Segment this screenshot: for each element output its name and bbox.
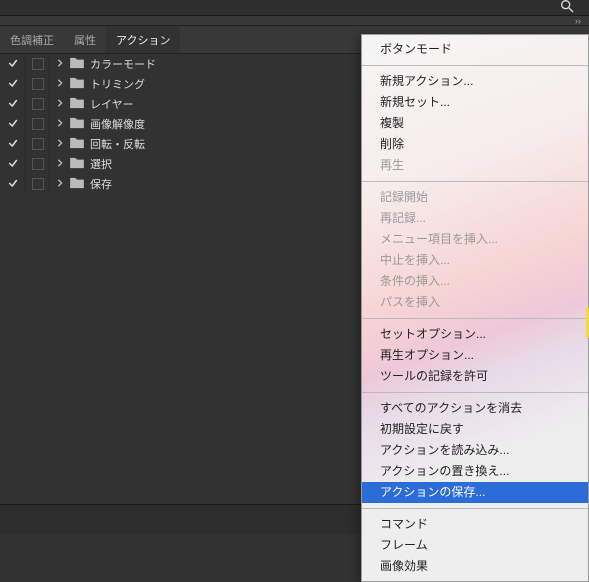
- chevron-right-icon[interactable]: [56, 118, 64, 130]
- chevron-right-icon[interactable]: [56, 178, 64, 190]
- tab-color-correction[interactable]: 色調補正: [0, 26, 64, 53]
- chevron-right-icon[interactable]: [56, 98, 64, 110]
- search-icon[interactable]: [559, 0, 575, 19]
- menu-item[interactable]: 画像効果: [362, 556, 588, 577]
- action-dialog-toggle[interactable]: [26, 154, 50, 174]
- dialog-box-icon: [32, 178, 44, 190]
- folder-icon: [70, 137, 84, 152]
- menu-item[interactable]: すべてのアクションを消去: [362, 398, 588, 419]
- action-set-label: レイヤー: [90, 96, 134, 112]
- menu-item: 中止を挿入...: [362, 250, 588, 271]
- tab-attributes[interactable]: 属性: [64, 26, 106, 53]
- menu-item: 再生: [362, 155, 588, 176]
- tab-actions[interactable]: アクション: [106, 26, 180, 53]
- folder-icon: [70, 97, 84, 112]
- action-set-label: 画像解像度: [90, 116, 145, 132]
- action-dialog-toggle[interactable]: [26, 54, 50, 74]
- action-dialog-toggle[interactable]: [26, 134, 50, 154]
- action-dialog-toggle[interactable]: [26, 114, 50, 134]
- action-enabled-toggle[interactable]: [0, 114, 26, 134]
- action-dialog-toggle[interactable]: [26, 74, 50, 94]
- action-set-label: トリミング: [90, 76, 145, 92]
- action-enabled-toggle[interactable]: [0, 174, 26, 194]
- tab-label: 色調補正: [10, 32, 54, 48]
- menu-item: 条件の挿入...: [362, 271, 588, 292]
- menu-item[interactable]: ボタンモード: [362, 39, 588, 60]
- action-set-label: 選択: [90, 156, 112, 172]
- app-top-strip: [0, 0, 589, 16]
- chevron-right-icon[interactable]: [56, 58, 64, 70]
- folder-icon: [70, 117, 84, 132]
- menu-item[interactable]: アクションの置き換え...: [362, 461, 588, 482]
- menu-separator: [362, 392, 588, 393]
- menu-separator: [362, 318, 588, 319]
- actions-flyout-menu: ボタンモード新規アクション...新規セット...複製削除再生記録開始再記録...…: [361, 34, 589, 582]
- action-dialog-toggle[interactable]: [26, 174, 50, 194]
- menu-item[interactable]: 削除: [362, 134, 588, 155]
- checkmark-icon: [7, 157, 19, 172]
- chevron-right-icon[interactable]: [56, 158, 64, 170]
- collapse-chevrons-icon: ››: [575, 16, 581, 26]
- dialog-box-icon: [32, 118, 44, 130]
- menu-item[interactable]: セットオプション...: [362, 324, 588, 345]
- action-enabled-toggle[interactable]: [0, 54, 26, 74]
- folder-icon: [70, 157, 84, 172]
- menu-item[interactable]: フレーム: [362, 535, 588, 556]
- dialog-box-icon: [32, 58, 44, 70]
- chevron-right-icon[interactable]: [56, 138, 64, 150]
- menu-item[interactable]: アクションの保存...: [362, 482, 588, 503]
- checkmark-icon: [7, 77, 19, 92]
- action-set-label: カラーモード: [90, 56, 156, 72]
- panel-collapse-bar[interactable]: ››: [0, 16, 589, 26]
- checkmark-icon: [7, 137, 19, 152]
- menu-item: メニュー項目を挿入...: [362, 229, 588, 250]
- action-enabled-toggle[interactable]: [0, 154, 26, 174]
- action-enabled-toggle[interactable]: [0, 134, 26, 154]
- action-dialog-toggle[interactable]: [26, 94, 50, 114]
- action-enabled-toggle[interactable]: [0, 94, 26, 114]
- checkmark-icon: [7, 97, 19, 112]
- action-set-label: 保存: [90, 176, 112, 192]
- menu-item: 記録開始: [362, 187, 588, 208]
- checkmark-icon: [7, 57, 19, 72]
- dialog-box-icon: [32, 158, 44, 170]
- dialog-box-icon: [32, 78, 44, 90]
- menu-separator: [362, 65, 588, 66]
- menu-item[interactable]: 複製: [362, 113, 588, 134]
- menu-item[interactable]: ツールの記録を許可: [362, 366, 588, 387]
- menu-item[interactable]: コマンド: [362, 514, 588, 535]
- tab-label: 属性: [74, 32, 96, 48]
- dialog-box-icon: [32, 98, 44, 110]
- dialog-box-icon: [32, 138, 44, 150]
- chevron-right-icon[interactable]: [56, 78, 64, 90]
- menu-item[interactable]: 再生オプション...: [362, 345, 588, 366]
- menu-item[interactable]: 初期設定に戻す: [362, 419, 588, 440]
- menu-separator: [362, 181, 588, 182]
- action-set-label: 回転・反転: [90, 136, 145, 152]
- menu-item: 再記録...: [362, 208, 588, 229]
- menu-item[interactable]: 新規セット...: [362, 92, 588, 113]
- menu-separator: [362, 508, 588, 509]
- checkmark-icon: [7, 177, 19, 192]
- folder-icon: [70, 177, 84, 192]
- menu-item[interactable]: アクションを読み込み...: [362, 440, 588, 461]
- folder-icon: [70, 77, 84, 92]
- folder-icon: [70, 57, 84, 72]
- menu-item[interactable]: 新規アクション...: [362, 71, 588, 92]
- menu-item: パスを挿入: [362, 292, 588, 313]
- action-enabled-toggle[interactable]: [0, 74, 26, 94]
- tab-label: アクション: [116, 32, 170, 48]
- checkmark-icon: [7, 117, 19, 132]
